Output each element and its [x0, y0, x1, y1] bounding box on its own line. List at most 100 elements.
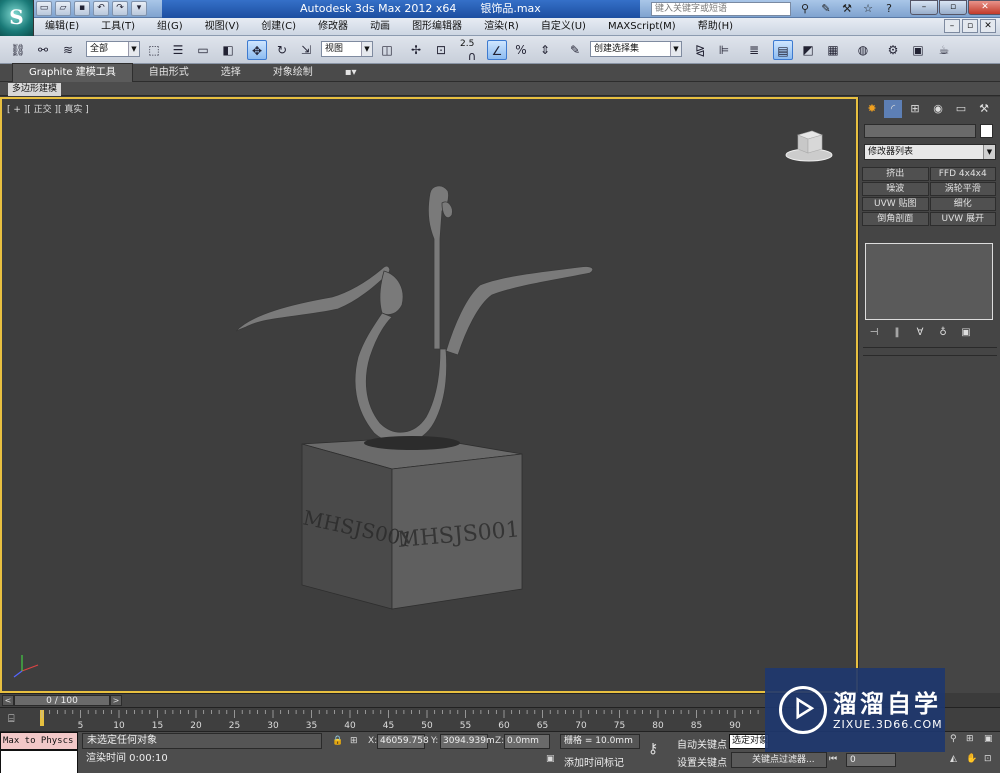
align-icon[interactable]: ⊫: [714, 40, 734, 60]
menu-item[interactable]: MAXScript(M): [597, 18, 687, 36]
create-tab-icon[interactable]: ✸: [863, 100, 881, 118]
y-coordinate-field[interactable]: 3094.939m: [440, 734, 495, 749]
undo-icon[interactable]: ↶: [93, 1, 109, 16]
add-time-tag[interactable]: 添加时间标记: [564, 754, 624, 769]
menu-item[interactable]: 自定义(U): [530, 18, 597, 36]
open-file-icon[interactable]: ▱: [55, 1, 71, 16]
menu-item[interactable]: 渲染(R): [473, 18, 530, 36]
maxscript-output[interactable]: [0, 750, 78, 773]
show-end-result-icon[interactable]: ‖: [890, 326, 904, 340]
ribbon-options-icon[interactable]: ▪▾: [329, 64, 373, 82]
qat-dropdown-icon[interactable]: ▾: [131, 1, 147, 16]
modifier-button[interactable]: 挤出: [862, 167, 929, 181]
help-search-input[interactable]: 键入关键字或短语: [651, 2, 791, 16]
menu-item[interactable]: 创建(C): [250, 18, 307, 36]
pan-hand-icon[interactable]: ✋: [966, 754, 977, 764]
select-move-icon[interactable]: ✥: [247, 40, 267, 60]
field-of-view-icon[interactable]: ◭: [950, 754, 957, 764]
named-selection-dropdown[interactable]: 创建选择集 ▼: [590, 41, 682, 57]
new-file-icon[interactable]: ▭: [36, 1, 52, 16]
hierarchy-tab-icon[interactable]: ⊞: [906, 100, 924, 118]
object-color-swatch[interactable]: [980, 124, 993, 138]
maxscript-listener[interactable]: Max to Physcs (: [0, 732, 78, 750]
goto-start-icon[interactable]: ⏮: [829, 754, 837, 764]
subscription-icon[interactable]: ⚒: [838, 1, 856, 17]
tools-icon[interactable]: ✎: [817, 1, 835, 17]
modifier-stack[interactable]: [865, 243, 993, 320]
menu-item[interactable]: 组(G): [146, 18, 194, 36]
menu-item[interactable]: 图形编辑器: [401, 18, 473, 36]
graphite-toggle-icon[interactable]: ▤: [773, 40, 793, 60]
zoom-extents-icon[interactable]: ▣: [984, 734, 993, 744]
select-scale-icon[interactable]: ⇲: [296, 40, 316, 60]
schematic-view-icon[interactable]: ▦: [823, 40, 843, 60]
render-setup-icon[interactable]: ⚙: [883, 40, 903, 60]
curve-editor-icon[interactable]: ◩: [798, 40, 818, 60]
doc-restore-icon[interactable]: ▫: [962, 19, 978, 33]
key-selection-dropdown[interactable]: 选定对象: [729, 734, 769, 749]
manipulate-icon[interactable]: ✢: [406, 40, 426, 60]
modifier-button[interactable]: FFD 4x4x4: [929, 167, 996, 181]
menu-item[interactable]: 工具(T): [90, 18, 146, 36]
material-editor-icon[interactable]: ◍: [853, 40, 873, 60]
rendered-frame-icon[interactable]: ▣: [908, 40, 928, 60]
modifier-button[interactable]: UVW 贴图: [862, 197, 929, 211]
maximize-icon[interactable]: ▫: [939, 0, 967, 15]
layer-manager-icon[interactable]: ≣: [744, 40, 764, 60]
binoculars-icon[interactable]: ⚲: [796, 1, 814, 17]
select-rotate-icon[interactable]: ↻: [272, 40, 292, 60]
utilities-tab-icon[interactable]: ⚒: [975, 100, 993, 118]
x-coordinate-field[interactable]: 46059.758: [377, 734, 429, 749]
window-crossing-icon[interactable]: ◧: [218, 40, 238, 60]
render-teapot-icon[interactable]: ☕: [934, 40, 954, 60]
remove-modifier-icon[interactable]: ♁: [936, 326, 950, 340]
ribbon-tab[interactable]: Graphite 建模工具: [12, 62, 133, 83]
app-logo-button[interactable]: S: [0, 0, 34, 36]
time-slider[interactable]: < 0 / 100 >: [0, 693, 858, 707]
unlink-icon[interactable]: ⚯: [33, 40, 53, 60]
pin-stack-icon[interactable]: ⊣: [867, 326, 881, 340]
mini-curve-editor-icon[interactable]: ⌸: [8, 712, 26, 726]
spinner-snap-icon[interactable]: ⇕: [535, 40, 555, 60]
favorites-star-icon[interactable]: ☆: [859, 1, 877, 17]
save-file-icon[interactable]: ▪: [74, 1, 90, 16]
auto-key-button[interactable]: 自动关键点: [677, 736, 727, 751]
menu-item[interactable]: 编辑(E): [34, 18, 90, 36]
ribbon-tab[interactable]: 选择: [205, 64, 257, 82]
selection-filter-dropdown[interactable]: 全部 ▼: [86, 41, 140, 57]
percent-snap-icon[interactable]: %: [511, 40, 531, 60]
bind-spacewarp-icon[interactable]: ≋: [58, 40, 78, 60]
doc-close-icon[interactable]: ✕: [980, 19, 996, 33]
select-object-icon[interactable]: ⬚: [144, 40, 164, 60]
link-icon[interactable]: ⛓: [8, 40, 28, 60]
edit-named-sel-icon[interactable]: ✎: [565, 40, 585, 60]
rect-selection-icon[interactable]: ▭: [193, 40, 213, 60]
ref-coord-dropdown[interactable]: 视图 ▼: [321, 41, 373, 57]
modifier-button[interactable]: 涡轮平滑: [929, 182, 996, 196]
minimize-icon[interactable]: –: [910, 0, 938, 15]
select-by-name-icon[interactable]: ☰: [168, 40, 188, 60]
absolute-mode-icon[interactable]: ⊞: [350, 736, 358, 746]
doc-minimize-icon[interactable]: –: [944, 19, 960, 33]
modifier-button[interactable]: 噪波: [862, 182, 929, 196]
menu-item[interactable]: 视图(V): [194, 18, 251, 36]
key-filters-button[interactable]: 关键点过滤器...: [731, 752, 827, 768]
next-frame-icon[interactable]: >: [110, 695, 122, 706]
menu-item[interactable]: 帮助(H): [687, 18, 744, 36]
z-coordinate-field[interactable]: 0.0mm: [504, 734, 550, 749]
keyboard-shortcut-icon[interactable]: ⊡: [431, 40, 451, 60]
mirror-icon[interactable]: ⧎: [690, 40, 710, 60]
modifier-button[interactable]: 倒角剖面: [862, 212, 929, 226]
zoom-icon[interactable]: ⚲: [950, 734, 957, 744]
current-frame-field[interactable]: 0: [846, 753, 896, 767]
modify-tab-icon[interactable]: ◜: [884, 100, 902, 118]
snaps-toggle-icon[interactable]: ∩: [462, 46, 482, 66]
viewcube[interactable]: [784, 125, 834, 165]
maximize-viewport-icon[interactable]: ⊡: [984, 754, 992, 764]
ribbon-subtab[interactable]: 多边形建模: [8, 83, 62, 96]
display-tab-icon[interactable]: ▭: [952, 100, 970, 118]
configure-sets-icon[interactable]: ▣: [959, 326, 973, 340]
modifier-button[interactable]: UVW 展开: [929, 212, 996, 226]
close-icon[interactable]: ✕: [968, 0, 1000, 15]
redo-icon[interactable]: ↷: [112, 1, 128, 16]
